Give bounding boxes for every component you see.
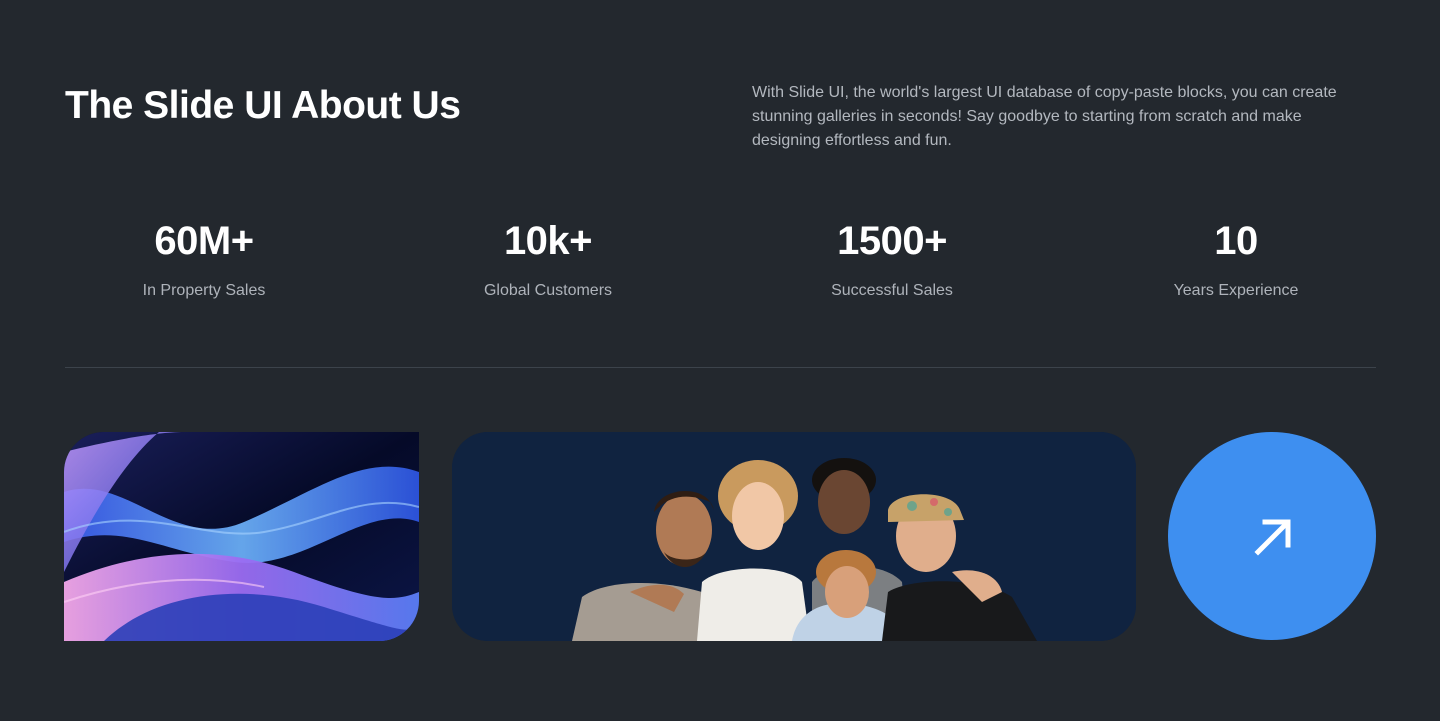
- stat-label: Global Customers: [483, 282, 613, 299]
- stat-value: 1500+: [837, 219, 947, 263]
- stat-global-customers: 10k+ Global Customers: [376, 215, 720, 301]
- stat-label: Years Experience: [1173, 282, 1299, 299]
- section-description: With Slide UI, the world's largest UI da…: [752, 84, 1337, 149]
- arrow-up-right-icon: [1254, 519, 1291, 556]
- stat-successful-sales: 1500+ Successful Sales: [720, 215, 1064, 301]
- section-title: The Slide UI About Us: [65, 84, 461, 127]
- section-divider: [65, 367, 1376, 368]
- abstract-waves-artwork: [64, 432, 419, 641]
- stat-label: Successful Sales: [831, 282, 953, 299]
- stat-value: 10: [1214, 219, 1258, 263]
- stats-row: 60M+ In Property Sales 10k+ Global Custo…: [32, 215, 1408, 315]
- stat-value: 60M+: [154, 219, 254, 263]
- stat-value: 10k+: [503, 219, 593, 263]
- team-photo: [452, 432, 1136, 641]
- team-photo-artwork: [452, 432, 1136, 641]
- explore-arrow-button[interactable]: [1168, 432, 1376, 640]
- about-section: The Slide UI About Us With Slide UI, the…: [0, 0, 1440, 721]
- stat-label: In Property Sales: [142, 282, 266, 299]
- stat-property-sales: 60M+ In Property Sales: [32, 215, 376, 301]
- abstract-waves-image: [64, 432, 419, 641]
- stat-years-experience: 10 Years Experience: [1064, 215, 1408, 301]
